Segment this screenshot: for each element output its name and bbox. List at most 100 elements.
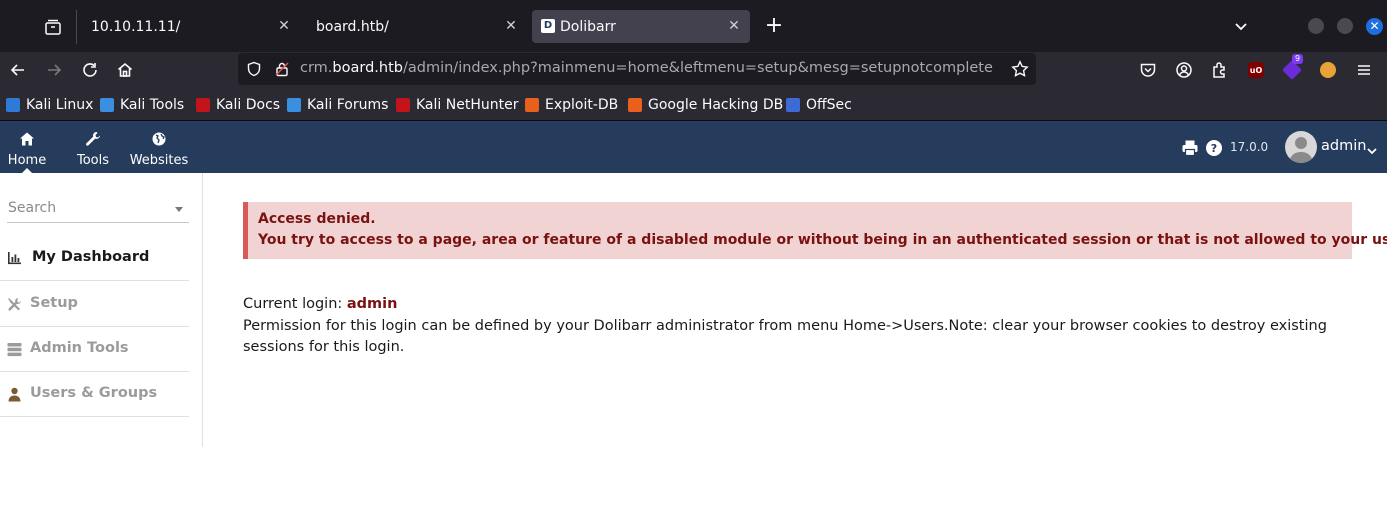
bookmark-label: Google Hacking DB — [648, 97, 784, 113]
leftmenu-label: Users & Groups — [30, 385, 158, 401]
url-path: /admin/index.php?mainmenu=home&leftmenu=… — [402, 60, 993, 76]
bookmark-label: Kali NetHunter — [416, 97, 519, 113]
close-window-icon[interactable]: ✕ — [1366, 18, 1383, 35]
user-avatar[interactable] — [1285, 131, 1317, 163]
tab-dolibarr[interactable]: D Dolibarr ✕ — [532, 10, 750, 43]
maximize-window-icon[interactable] — [1337, 18, 1353, 34]
insecure-lock-icon[interactable] — [274, 61, 290, 77]
bookmark-label: Kali Linux — [26, 97, 94, 113]
topmenu-tools[interactable]: Tools — [72, 121, 114, 173]
url-host: board.htb — [332, 60, 403, 76]
kali-tools-icon — [100, 98, 114, 112]
current-login-label: Current login: — [243, 296, 347, 312]
permission-note: Permission for this login can be defined… — [243, 318, 1327, 355]
new-tab-plus-icon[interactable]: + — [762, 14, 786, 38]
globe-icon — [151, 131, 167, 147]
topmenu-label: Websites — [129, 153, 189, 168]
extension-purple-icon[interactable]: 9 — [1282, 54, 1304, 80]
url-text: crm.board.htb/admin/index.php?mainmenu=h… — [300, 60, 993, 76]
leftmenu-setup[interactable]: Setup — [0, 282, 189, 327]
topmenu-home[interactable]: Home — [4, 121, 50, 173]
topmenu-label: Home — [7, 153, 47, 168]
forward-arrow-icon[interactable] — [42, 58, 66, 82]
svg-text:?: ? — [1211, 142, 1217, 155]
bookmark-kali-tools[interactable]: Kali Tools — [100, 96, 184, 114]
reload-icon[interactable] — [78, 58, 102, 82]
bookmark-kali-forums[interactable]: Kali Forums — [287, 96, 388, 114]
account-icon[interactable] — [1174, 60, 1194, 80]
dolibarr-top-menu: Home Tools Websites ? 17.0.0 admin — [0, 121, 1387, 173]
extensions-puzzle-icon[interactable] — [1210, 60, 1230, 80]
help-icon[interactable]: ? — [1205, 139, 1223, 157]
address-bar[interactable]: crm.board.htb/admin/index.php?mainmenu=h… — [238, 53, 1036, 85]
cookie-icon — [1320, 62, 1336, 78]
dropdown-caret-icon — [175, 207, 183, 212]
extension-badge: 9 — [1292, 54, 1304, 64]
leftmenu-label: Setup — [30, 295, 78, 311]
bookmark-kali-linux[interactable]: Kali Linux — [6, 96, 93, 114]
search-select[interactable]: Search — [7, 195, 189, 223]
topmenu-label: Tools — [76, 153, 110, 168]
kali-forums-icon — [287, 98, 301, 112]
hamburger-menu-icon[interactable] — [1354, 60, 1374, 80]
minimize-window-icon[interactable] — [1308, 18, 1324, 34]
current-login-line: Current login: admin — [243, 296, 397, 312]
chevron-down-icon[interactable] — [1231, 16, 1251, 36]
tab-title: board.htb/ — [316, 18, 389, 35]
bookmark-offsec[interactable]: OffSec — [786, 96, 852, 114]
chevron-down-icon[interactable] — [1366, 142, 1378, 155]
topmenu-websites[interactable]: Websites — [128, 121, 190, 173]
ublock-origin-icon[interactable]: uO — [1246, 60, 1266, 80]
leftmenu-admin-tools[interactable]: Admin Tools — [0, 327, 189, 372]
leftmenu-label: Admin Tools — [30, 340, 129, 356]
back-arrow-icon[interactable] — [6, 58, 30, 82]
home-icon — [19, 131, 35, 147]
close-icon[interactable]: ✕ — [276, 18, 292, 34]
bookmark-label: Kali Tools — [120, 97, 185, 113]
close-icon[interactable]: ✕ — [726, 18, 742, 34]
home-icon[interactable] — [113, 58, 137, 82]
close-icon[interactable]: ✕ — [503, 18, 519, 34]
search-placeholder: Search — [8, 200, 57, 216]
user-name[interactable]: admin — [1321, 138, 1366, 154]
exploit-db-icon — [525, 98, 539, 112]
bookmark-google-hacking-db[interactable]: Google Hacking DB — [628, 96, 783, 114]
tab-10-10-11-11[interactable]: 10.10.11.11/ ✕ — [78, 10, 300, 43]
bookmarks-bar: Kali Linux Kali Tools Kali Docs Kali For… — [0, 88, 1387, 121]
shield-icon[interactable] — [246, 61, 262, 77]
bookmark-label: OffSec — [806, 97, 852, 113]
leftmenu-label: My Dashboard — [32, 249, 150, 265]
server-icon — [7, 342, 22, 357]
bookmark-exploit-db[interactable]: Exploit-DB — [525, 96, 618, 114]
browser-nav-toolbar: crm.board.htb/admin/index.php?mainmenu=h… — [0, 52, 1387, 88]
bookmark-star-icon[interactable] — [1011, 60, 1029, 78]
bookmark-label: Kali Forums — [307, 97, 389, 113]
tab-title: Dolibarr — [560, 18, 616, 35]
tab-title: 10.10.11.11/ — [91, 18, 181, 35]
url-prefix: crm. — [300, 60, 333, 76]
cookie-extension-icon[interactable] — [1318, 60, 1338, 80]
kali-dragon-icon — [6, 98, 20, 112]
error-message: You try to access to a page, area or fea… — [258, 232, 1387, 248]
tab-board-htb[interactable]: board.htb/ ✕ — [303, 10, 527, 43]
leftmenu-my-dashboard[interactable]: My Dashboard — [0, 236, 189, 281]
bookmark-kali-nethunter[interactable]: Kali NetHunter — [396, 96, 518, 114]
wrench-icon — [85, 131, 101, 147]
offsec-icon — [786, 98, 800, 112]
print-icon[interactable] — [1181, 139, 1199, 157]
nethunter-icon — [396, 98, 410, 112]
bookmark-label: Kali Docs — [216, 97, 281, 113]
current-login-user: admin — [346, 296, 398, 312]
user-icon — [7, 387, 22, 402]
browser-tab-strip: 10.10.11.11/ ✕ board.htb/ ✕ D Dolibarr ✕… — [0, 0, 1387, 52]
kali-docs-icon — [196, 98, 210, 112]
bookmark-kali-docs[interactable]: Kali Docs — [196, 96, 280, 114]
tools-icon — [7, 297, 22, 312]
dolibarr-favicon-icon: D — [541, 19, 555, 33]
leftmenu-users-groups[interactable]: Users & Groups — [0, 372, 189, 417]
pocket-icon[interactable] — [1138, 60, 1158, 80]
version-label: 17.0.0 — [1230, 140, 1269, 154]
tab-separator — [76, 10, 77, 44]
tab-manager-icon[interactable] — [40, 14, 66, 40]
chart-icon — [7, 251, 22, 266]
